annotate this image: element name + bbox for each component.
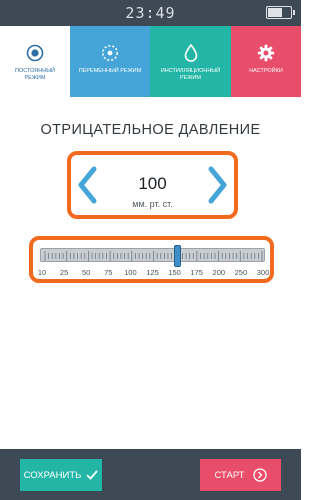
chevron-right-icon [208, 166, 227, 204]
status-bar: 23:49 [0, 0, 301, 26]
save-button[interactable]: СОХРАНИТЬ [20, 459, 102, 491]
slider-scale-label: 25 [59, 268, 69, 277]
start-button[interactable]: СТАРТ [200, 459, 281, 491]
tab-constant-mode[interactable]: Постоянный режим [0, 26, 70, 97]
mode-tabs: Постоянный режим Переменный режим Инстил… [0, 26, 301, 97]
target-icon [0, 44, 70, 62]
tab-instillation-mode[interactable]: Инстилляционный режим [150, 26, 231, 97]
dotted-circle-icon [70, 44, 150, 62]
status-time: 23:49 [125, 4, 176, 22]
slider-scale: 10 25 50 75 100 125 150 175 200 250 300 [36, 268, 269, 278]
battery-icon [266, 6, 295, 19]
footer-bar: СОХРАНИТЬ СТАРТ [0, 449, 301, 500]
slider-ticks [44, 251, 263, 261]
tab-label: Переменный режим [78, 68, 142, 74]
pressure-selector: 100 мм. рт. ст. [67, 151, 238, 219]
pressure-slider[interactable] [40, 245, 265, 267]
slider-scale-label: 100 [124, 268, 137, 277]
slider-scale-label: 125 [146, 268, 159, 277]
slider-scale-label: 200 [212, 268, 226, 277]
slider-thumb[interactable] [174, 245, 181, 267]
pressure-slider-frame: 10 25 50 75 100 125 150 175 200 250 300 [29, 236, 274, 283]
gear-icon [231, 44, 301, 62]
increase-button[interactable] [205, 164, 229, 206]
slider-scale-label: 150 [168, 268, 181, 277]
tab-settings[interactable]: Настройки [231, 26, 301, 97]
check-icon [86, 470, 99, 480]
slider-scale-label: 10 [37, 268, 47, 277]
drop-icon [150, 44, 231, 62]
tab-variable-mode[interactable]: Переменный режим [70, 26, 150, 97]
slider-scale-label: 300 [256, 268, 270, 277]
tab-label: Настройки [249, 68, 283, 74]
tab-label: Постоянный режим [14, 68, 56, 81]
slider-scale-label: 175 [190, 268, 203, 277]
slider-scale-label: 50 [82, 268, 91, 277]
tab-label: Инстилляционный режим [160, 68, 221, 81]
start-label: СТАРТ [214, 469, 245, 481]
save-label: СОХРАНИТЬ [23, 469, 82, 481]
slider-scale-label: 250 [234, 268, 248, 277]
page-title: ОТРИЦАТЕЛЬНОЕ ДАВЛЕНИЕ [40, 122, 261, 138]
slider-scale-label: 75 [104, 268, 113, 277]
arrow-circle-icon [252, 468, 267, 482]
